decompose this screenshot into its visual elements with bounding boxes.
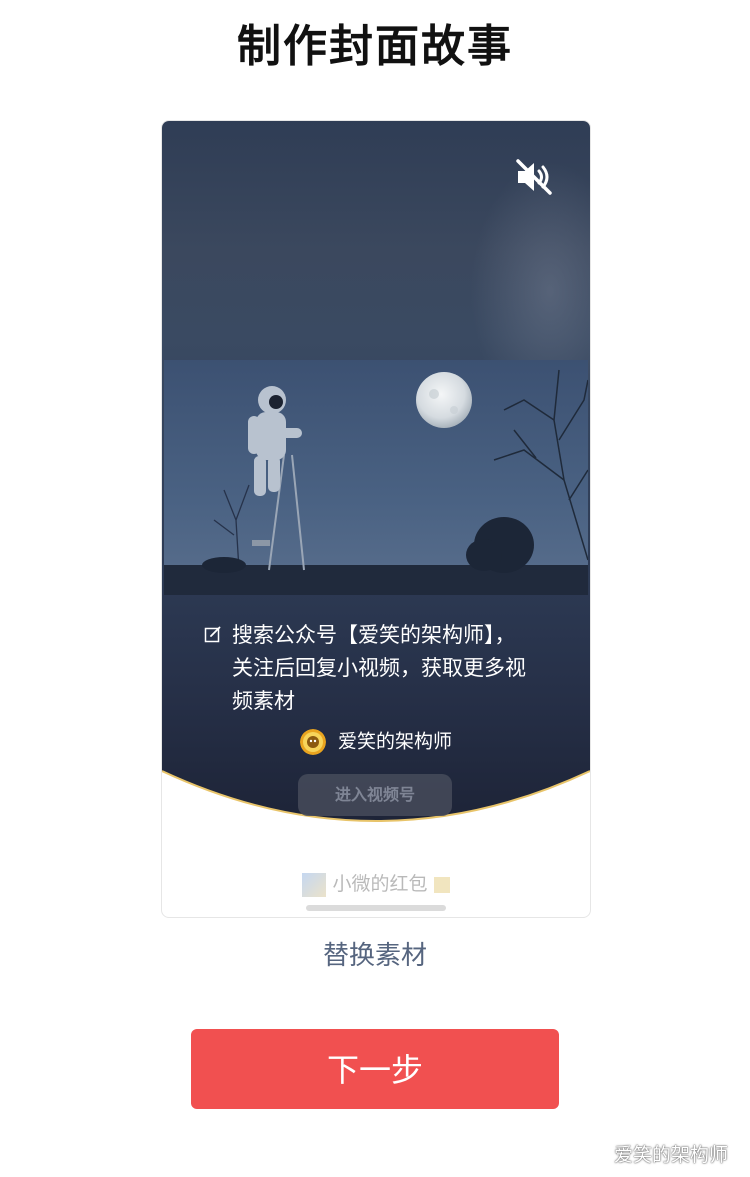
badge-icon (433, 876, 450, 893)
account-name: 爱笑的架构师 (338, 730, 453, 753)
wechat-icon (578, 1145, 604, 1166)
edit-icon (204, 626, 221, 643)
video-preview[interactable] (164, 360, 588, 595)
mute-button[interactable] (512, 155, 556, 199)
astronaut-moon-scene (164, 360, 588, 595)
account-avatar (299, 728, 326, 755)
faded-card-name: 小微的红包 (332, 873, 428, 895)
cover-caption: 搜索公众号【爱笑的架构师】， 关注后回复小视频，获取更多视 频素材 (204, 619, 554, 718)
faded-next-card: 小微的红包 (162, 869, 590, 911)
enter-channels-button[interactable]: 进入视频号 (298, 774, 452, 816)
mini-avatar (302, 872, 327, 897)
account-row[interactable]: 爱笑的架构师 (162, 727, 590, 756)
speaker-muted-icon (516, 159, 552, 195)
cover-preview-card: 搜索公众号【爱笑的架构师】， 关注后回复小视频，获取更多视 频素材 爱笑的架构师… (161, 120, 591, 918)
watermark: 爱笑的架构师 (578, 1140, 728, 1167)
faded-subline (306, 904, 446, 911)
caption-text: 搜索公众号【爱笑的架构师】， 关注后回复小视频，获取更多视 频素材 (232, 623, 526, 713)
replace-material-link[interactable]: 替换素材 (0, 935, 750, 972)
page-title: 制作封面故事 (237, 21, 513, 72)
next-step-button[interactable]: 下一步 (191, 1029, 559, 1109)
watermark-text: 爱笑的架构师 (613, 1144, 728, 1166)
